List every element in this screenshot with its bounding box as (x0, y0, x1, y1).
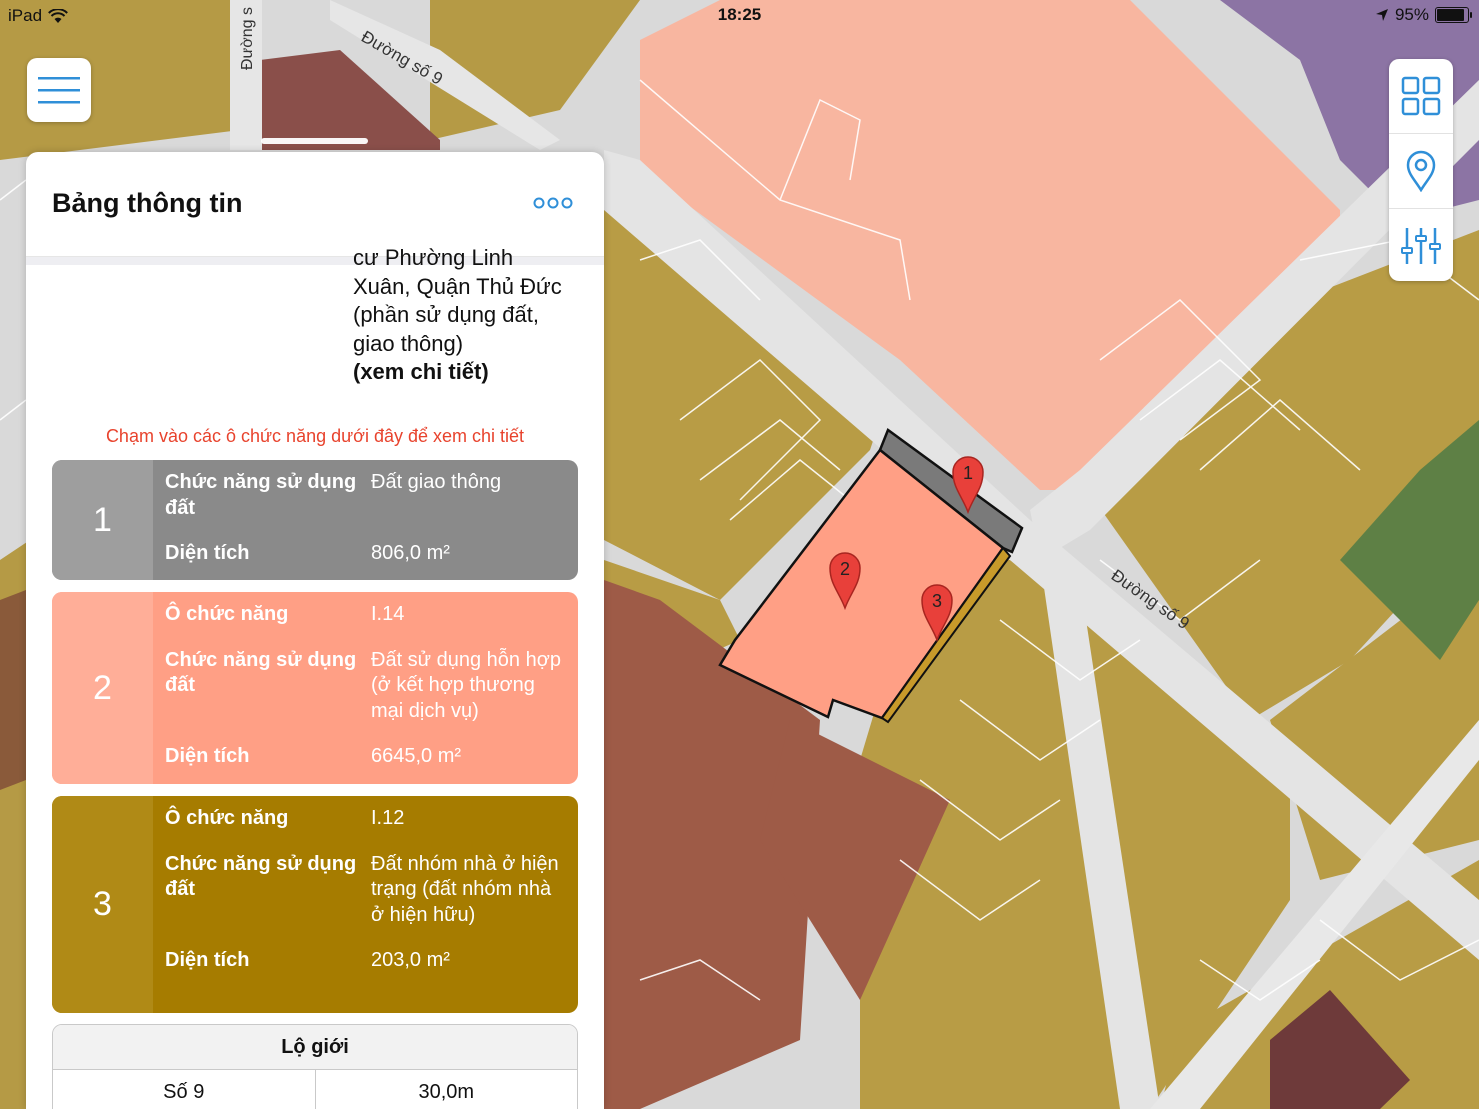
row-label: Diện tích (165, 542, 250, 564)
panel-header: Bảng thông tin (26, 152, 604, 257)
menu-button[interactable] (27, 58, 91, 122)
hamburger-icon (38, 77, 80, 104)
grid-button[interactable] (1389, 59, 1453, 134)
filter-button[interactable] (1389, 209, 1453, 283)
hint-text: Chạm vào các ô chức năng dưới đây để xem… (105, 426, 525, 446)
road-name-cell: Số 9 (53, 1070, 316, 1109)
more-button[interactable] (532, 192, 574, 214)
pin-label: 3 (932, 591, 942, 611)
address-text: cư Phường Linh Xuân, Quận Thủ Đức (phần … (353, 245, 593, 387)
card-row: Chức năng sử dụng đất Đất giao thông (165, 470, 566, 521)
card-number: 3 (52, 796, 153, 1013)
card-number: 1 (52, 460, 153, 580)
info-panel: Bảng thông tin cư Phường Linh Xuân, Quận… (26, 152, 604, 1109)
more-icon (533, 197, 573, 209)
row-value: Đất sử dụng hỗn hợp (ở kết hợp thương mạ… (371, 648, 561, 722)
land-use-card-3[interactable]: 3 Ô chức năng I.12 Chức năng sử dụng đất… (52, 796, 578, 1013)
row-value: I.12 (371, 807, 405, 829)
lo-gioi-table: Lộ giới Số 9 30,0m (52, 1024, 578, 1109)
row-value: 6645,0 m² (371, 745, 462, 767)
card-row: Diện tích 203,0 m² (165, 948, 566, 974)
address-line: Xuân, Quận Thủ Đức (353, 273, 562, 299)
status-bar: iPad 18:25 95% (0, 0, 1479, 30)
row-value: Đất nhóm nhà ở hiện trạng (đất nhóm nhà … (371, 852, 559, 926)
row-label: Chức năng sử dụng đất (165, 471, 357, 519)
card-number: 2 (52, 592, 153, 784)
card-row: Chức năng sử dụng đất Đất sử dụng hỗn hợ… (165, 648, 566, 725)
row-value: Đất giao thông (371, 471, 502, 493)
address-line: cư Phường Linh (353, 245, 514, 270)
pin-label: 1 (963, 463, 973, 483)
card-row: Diện tích 806,0 m² (165, 541, 566, 567)
card-row: Ô chức năng I.14 (165, 602, 566, 628)
row-label: Chức năng sử dụng đất (165, 852, 357, 901)
address-line: (phần sử dụng đất, (353, 302, 539, 327)
row-label: Chức năng sử dụng đất (165, 648, 357, 697)
table-row[interactable]: Số 9 30,0m (53, 1070, 577, 1109)
card-row: Chức năng sử dụng đất Đất nhóm nhà ở hiệ… (165, 852, 566, 929)
detail-link[interactable]: (xem chi tiết) (353, 358, 593, 387)
row-value: I.14 (371, 603, 405, 625)
road-width-cell: 30,0m (418, 1081, 475, 1103)
location-arrow-icon (1375, 9, 1388, 21)
land-use-card-2[interactable]: 2 Ô chức năng I.14 Chức năng sử dụng đất… (52, 592, 578, 784)
map-toolbar (1389, 59, 1453, 281)
row-label: Ô chức năng (165, 807, 289, 829)
row-label: Diện tích (165, 949, 250, 971)
table-header: Lộ giới (53, 1025, 577, 1070)
location-button[interactable] (1389, 134, 1453, 209)
row-value: 806,0 m² (371, 542, 450, 564)
row-label: Diện tích (165, 745, 250, 767)
address-line: giao thông) (353, 330, 464, 356)
clock: 18:25 (717, 5, 762, 24)
row-value: 203,0 m² (371, 949, 450, 971)
land-use-card-1[interactable]: 1 Chức năng sử dụng đất Đất giao thông D… (52, 460, 578, 580)
panel-title: Bảng thông tin (52, 188, 243, 218)
card-row: Diện tích 6645,0 m² (165, 744, 566, 770)
pin-label: 2 (840, 559, 850, 579)
panel-grabber[interactable] (261, 138, 368, 144)
battery-icon (1435, 7, 1472, 23)
grid-icon (1401, 76, 1441, 116)
battery-percent: 95% (1394, 5, 1429, 24)
sliders-icon (1401, 228, 1441, 264)
location-pin-icon (1406, 150, 1436, 192)
row-label: Ô chức năng (165, 603, 289, 625)
card-row: Ô chức năng I.12 (165, 806, 566, 832)
